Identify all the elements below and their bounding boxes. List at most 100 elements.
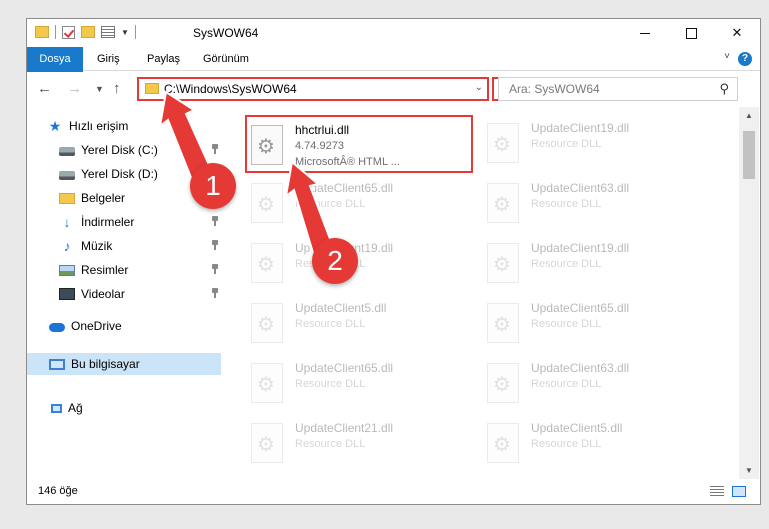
sidebar-item-downloads[interactable]: ↓ İndirmeler xyxy=(59,211,221,233)
sidebar-item-label: OneDrive xyxy=(71,319,122,333)
sidebar-item-label: Ağ xyxy=(68,401,83,415)
sidebar-item-label: Müzik xyxy=(81,239,113,253)
close-icon: ✕ xyxy=(731,25,743,40)
item-count: 146 öğe xyxy=(38,485,78,497)
navigation-bar: ← → ▼ ↑ C:\Windows\SysWOW64 ⌄ ↻ Ara: Sys… xyxy=(27,72,760,106)
dll-file-icon xyxy=(487,303,519,343)
address-path[interactable]: C:\Windows\SysWOW64 xyxy=(164,82,297,96)
search-input[interactable]: Ara: SysWOW64 ⚲ xyxy=(498,77,738,101)
dll-file-icon xyxy=(487,423,519,463)
file-item[interactable]: UpdateClient21.dll Resource DLL xyxy=(247,415,467,473)
sidebar-item-music[interactable]: ♪ Müzik xyxy=(59,235,221,257)
pin-icon[interactable] xyxy=(211,264,219,274)
file-version: 4.74.9273 xyxy=(295,140,344,152)
help-icon[interactable]: ? xyxy=(738,52,752,66)
file-name: hhctrlui.dll xyxy=(295,123,350,137)
pin-icon[interactable] xyxy=(211,240,219,250)
address-history-chevron-icon[interactable]: ⌄ xyxy=(475,82,483,93)
forward-arrow-icon[interactable]: → xyxy=(67,80,82,97)
dll-file-icon xyxy=(251,125,283,165)
scroll-down-arrow-icon[interactable]: ▼ xyxy=(745,466,753,475)
file-item[interactable]: UpdateClient65.dll Resource DLL xyxy=(247,175,467,233)
file-item[interactable]: UpdateClient19.dll Resource DLL xyxy=(483,115,703,173)
properties-icon[interactable] xyxy=(101,26,115,38)
sidebar-item-label: Resimler xyxy=(81,263,129,277)
file-item[interactable]: UpdateClient19.dll Resource DLL xyxy=(483,235,703,293)
file-name: UpdateClient5.dll xyxy=(531,421,623,435)
sidebar-item-label: Hızlı erişim xyxy=(69,119,129,133)
file-name: UpdateClient65.dll xyxy=(531,301,630,315)
scrollbar-thumb[interactable] xyxy=(743,131,755,179)
file-description: Resource DLL xyxy=(531,258,602,270)
folder-icon xyxy=(145,83,159,94)
expand-ribbon-chevron-icon[interactable]: ˅ xyxy=(724,51,730,62)
star-icon: ★ xyxy=(48,118,62,134)
computer-icon xyxy=(49,358,65,370)
callout-badge-two: 2 xyxy=(312,238,358,284)
tab-view[interactable]: Görünüm xyxy=(193,47,259,71)
pin-icon[interactable] xyxy=(211,288,219,298)
minimize-button[interactable] xyxy=(622,19,668,47)
sidebar-item-pictures[interactable]: Resimler xyxy=(59,259,221,281)
pin-icon[interactable] xyxy=(211,216,219,226)
scroll-up-arrow-icon[interactable]: ▲ xyxy=(745,111,753,120)
file-list: hhctrlui.dll 4.74.9273 MicrosoftÂ® HTML … xyxy=(245,107,737,479)
file-item[interactable]: UpdateClient63.dll Resource DLL xyxy=(483,355,703,413)
file-name: UpdateClient63.dll xyxy=(531,361,630,375)
file-description: Resource DLL xyxy=(531,198,602,210)
file-description: Resource DLL xyxy=(295,318,366,330)
file-name: UpdateClient19.dll xyxy=(531,241,630,255)
dll-file-icon xyxy=(487,123,519,163)
music-icon: ♪ xyxy=(63,238,71,254)
sidebar-item-quick-access[interactable]: ★ Hızlı erişim xyxy=(47,115,221,137)
address-bar[interactable]: C:\Windows\SysWOW64 ⌄ xyxy=(137,77,489,101)
close-button[interactable]: ✕ xyxy=(714,19,760,47)
customize-toolbar-chevron-icon[interactable]: ▼ xyxy=(121,28,129,37)
sidebar-item-videos[interactable]: Videolar xyxy=(59,283,221,305)
tab-share[interactable]: Paylaş xyxy=(137,47,190,71)
up-arrow-icon[interactable]: ↑ xyxy=(113,80,121,97)
file-item[interactable]: UpdateClient5.dll Resource DLL xyxy=(483,415,703,473)
explorer-window: ▼ SysWOW64 ✕ Dosya Giriş Paylaş Görünüm … xyxy=(26,18,761,505)
dll-file-icon xyxy=(251,423,283,463)
search-icon[interactable]: ⚲ xyxy=(719,81,729,97)
file-item[interactable]: UpdateClient65.dll Resource DLL xyxy=(247,355,467,413)
file-company: MicrosoftÂ® HTML ... xyxy=(295,156,400,168)
callout-badge-one: 1 xyxy=(190,163,236,209)
recent-locations-chevron-icon[interactable]: ▼ xyxy=(95,84,104,94)
navigation-pane: ★ Hızlı erişim Yerel Disk (C:) Yerel Dis… xyxy=(27,107,223,479)
file-name: UpdateClient65.dll xyxy=(295,181,394,195)
dll-file-icon xyxy=(487,183,519,223)
vertical-scrollbar[interactable]: ▲ ▼ xyxy=(739,107,759,479)
sidebar-item-onedrive[interactable]: OneDrive xyxy=(49,315,221,337)
network-icon xyxy=(51,403,62,413)
sidebar-item-network[interactable]: Ağ xyxy=(51,397,221,419)
file-name: UpdateClient5.dll xyxy=(295,301,387,315)
file-item-hhctrlui[interactable]: hhctrlui.dll 4.74.9273 MicrosoftÂ® HTML … xyxy=(245,115,473,173)
file-item[interactable]: UpdateClient5.dll Resource DLL xyxy=(247,295,467,353)
sidebar-item-local-disk-c[interactable]: Yerel Disk (C:) xyxy=(59,139,221,161)
dll-file-icon xyxy=(251,243,283,283)
properties-check-icon[interactable] xyxy=(62,25,75,39)
new-folder-icon[interactable] xyxy=(81,26,95,38)
folder-icon xyxy=(35,26,49,38)
sidebar-item-this-pc[interactable]: Bu bilgisayar xyxy=(27,353,221,375)
drive-icon xyxy=(59,171,75,180)
pin-icon[interactable] xyxy=(211,144,219,154)
back-arrow-icon[interactable]: ← xyxy=(37,80,52,97)
maximize-button[interactable] xyxy=(668,19,714,47)
file-item[interactable]: UpdateClient63.dll Resource DLL xyxy=(483,175,703,233)
details-view-icon[interactable] xyxy=(710,486,724,497)
video-icon xyxy=(59,288,75,300)
file-item[interactable]: UpdateClient65.dll Resource DLL xyxy=(483,295,703,353)
tab-home[interactable]: Giriş xyxy=(87,47,130,71)
cloud-icon xyxy=(49,323,65,332)
download-icon: ↓ xyxy=(63,214,71,230)
toolbar-divider xyxy=(55,25,56,39)
dll-file-icon xyxy=(251,183,283,223)
sidebar-item-label: Belgeler xyxy=(81,191,126,205)
dll-file-icon xyxy=(251,363,283,403)
tiles-view-icon[interactable] xyxy=(732,486,746,497)
sidebar-item-label: Bu bilgisayar xyxy=(71,357,140,371)
status-bar: 146 öğe xyxy=(27,480,760,504)
